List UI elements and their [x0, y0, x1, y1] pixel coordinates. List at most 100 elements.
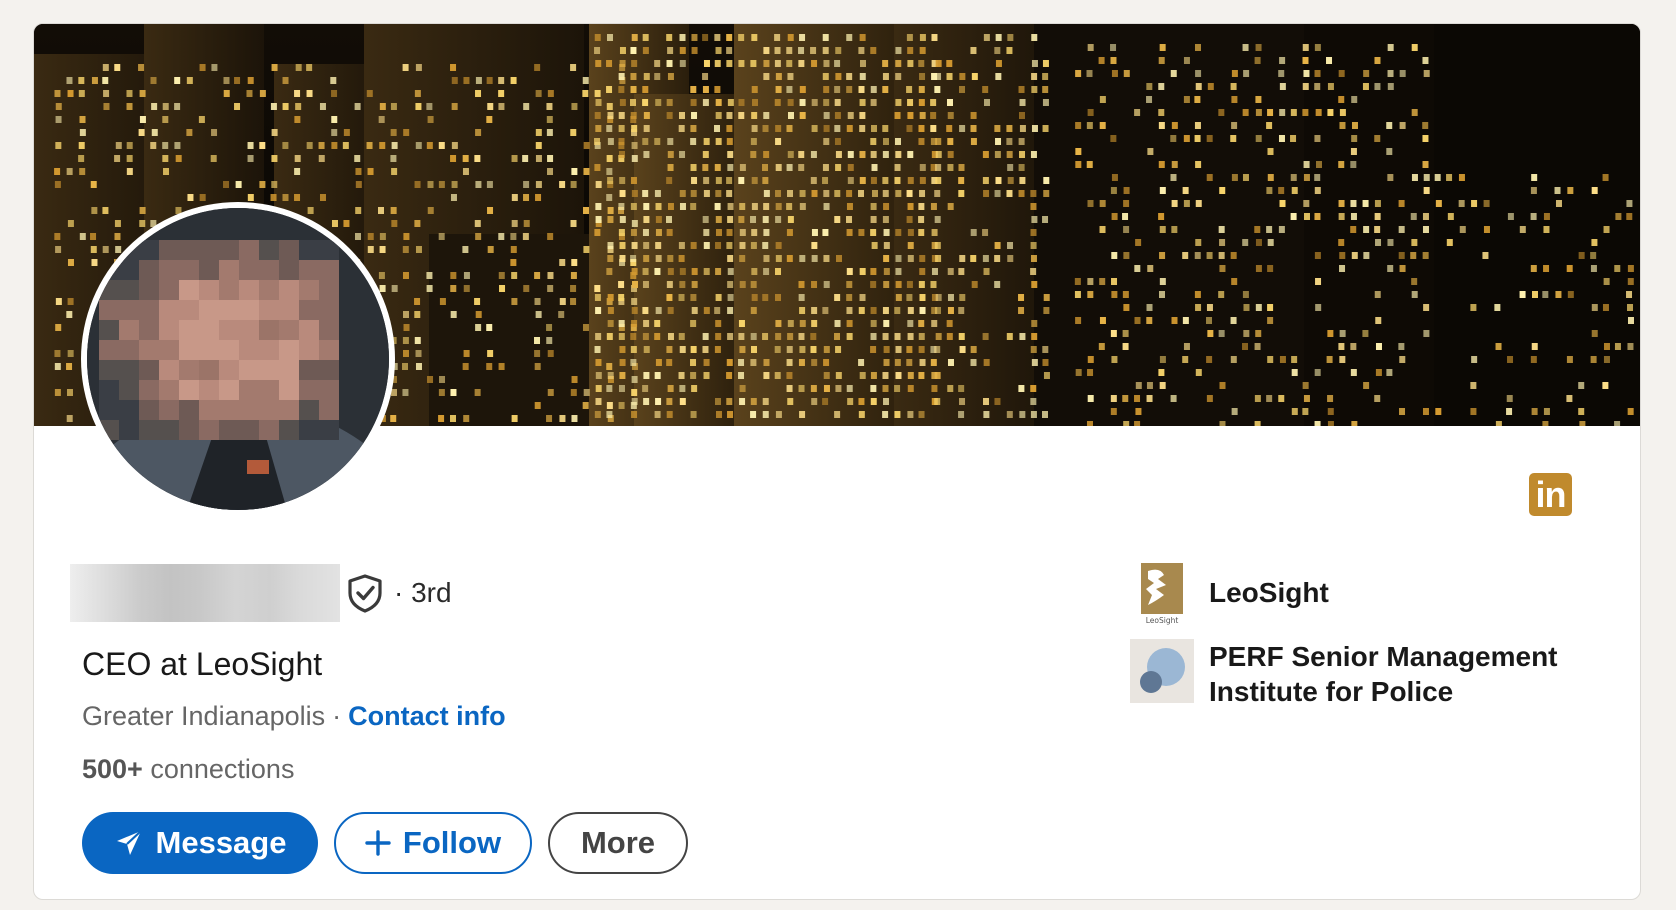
lit-window	[870, 398, 877, 405]
lit-window	[354, 155, 361, 162]
lit-window	[1031, 86, 1038, 93]
lit-window	[678, 255, 685, 262]
lit-window	[678, 333, 685, 340]
lit-window	[995, 138, 1002, 145]
lit-window	[751, 203, 758, 210]
lit-window	[799, 190, 806, 197]
lit-window	[1314, 44, 1321, 51]
lit-window	[475, 90, 482, 97]
lit-window	[799, 112, 806, 119]
lit-window	[970, 229, 977, 236]
lit-window	[631, 220, 638, 227]
lit-window	[1030, 242, 1037, 249]
mosaic-pixel	[139, 280, 159, 300]
lit-window	[918, 216, 925, 223]
lit-window	[762, 294, 769, 301]
lit-window	[1351, 122, 1358, 129]
lit-window	[619, 190, 626, 197]
lit-window	[366, 142, 373, 149]
lit-window	[959, 255, 966, 262]
mosaic-pixel	[139, 240, 159, 260]
lit-window	[1567, 291, 1574, 298]
lit-window	[642, 138, 649, 145]
lit-window	[331, 90, 338, 97]
lit-window	[1327, 109, 1334, 116]
lit-window	[822, 307, 829, 314]
lit-window	[1422, 213, 1429, 220]
lit-window	[594, 411, 601, 418]
leosight-logo: LeoSight	[1130, 561, 1194, 625]
lit-window	[1338, 70, 1345, 77]
org-leosight[interactable]: LeoSight LeoSight	[1130, 561, 1329, 625]
lit-window	[1303, 161, 1310, 168]
lit-window	[799, 255, 806, 262]
lit-window	[970, 112, 977, 119]
lit-window	[894, 164, 901, 171]
lit-window	[654, 320, 661, 327]
lit-window	[738, 34, 745, 41]
lit-window	[714, 34, 721, 41]
mosaic-pixel	[299, 280, 319, 300]
lit-window	[763, 203, 770, 210]
lit-window	[415, 103, 422, 110]
linkedin-icon[interactable]: in	[1529, 473, 1572, 516]
lit-window	[54, 90, 61, 97]
lit-window	[882, 216, 889, 223]
lit-window	[870, 385, 877, 392]
leosight-logo-text: LeoSight	[1146, 616, 1179, 625]
lit-window	[1087, 109, 1094, 116]
lit-window	[343, 129, 350, 136]
lit-window	[994, 242, 1001, 249]
lit-window	[883, 320, 890, 327]
lit-window	[823, 138, 830, 145]
lit-window	[582, 402, 589, 409]
profile-photo[interactable]	[81, 202, 395, 516]
lit-window	[882, 177, 889, 184]
lit-window	[739, 229, 746, 236]
lit-window	[690, 203, 697, 210]
connections-link[interactable]: 500+ connections	[82, 754, 294, 785]
lit-window	[870, 268, 877, 275]
mosaic-pixel	[119, 280, 139, 300]
lit-window	[666, 398, 673, 405]
lit-window	[738, 359, 745, 366]
follow-button[interactable]: Follow	[334, 812, 532, 874]
shield-check-icon[interactable]	[346, 573, 384, 613]
lit-window	[619, 372, 626, 379]
lit-window	[403, 350, 410, 357]
lit-window	[1182, 317, 1189, 324]
lit-window	[918, 372, 925, 379]
lit-window	[535, 142, 542, 149]
lit-window	[1279, 57, 1286, 64]
lit-window	[895, 73, 902, 80]
lit-window	[834, 320, 841, 327]
lit-window	[1459, 226, 1466, 233]
message-button[interactable]: Message	[82, 812, 318, 874]
lit-window	[870, 320, 877, 327]
lit-window	[1159, 44, 1166, 51]
lit-window	[1314, 252, 1321, 259]
lit-window	[739, 164, 746, 171]
lit-window	[787, 333, 794, 340]
lit-window	[895, 294, 902, 301]
lit-window	[906, 216, 913, 223]
lit-window	[1099, 226, 1106, 233]
lit-window	[330, 77, 337, 84]
lit-window	[1422, 161, 1429, 168]
lit-window	[1387, 70, 1394, 77]
org-perf[interactable]: PERF Senior Management Institute for Pol…	[1130, 639, 1558, 709]
more-button[interactable]: More	[548, 812, 688, 874]
lit-window	[630, 346, 637, 353]
lit-window	[763, 372, 770, 379]
lit-window	[463, 350, 470, 357]
lit-window	[1146, 83, 1153, 90]
lit-window	[907, 99, 914, 106]
lit-window	[1303, 70, 1310, 77]
connections-label: connections	[150, 754, 295, 784]
lit-window	[739, 255, 746, 262]
lit-window	[427, 376, 434, 383]
contact-info-link[interactable]: Contact info	[348, 701, 505, 732]
lit-window	[318, 155, 325, 162]
lit-window	[1007, 177, 1014, 184]
lit-window	[822, 177, 829, 184]
